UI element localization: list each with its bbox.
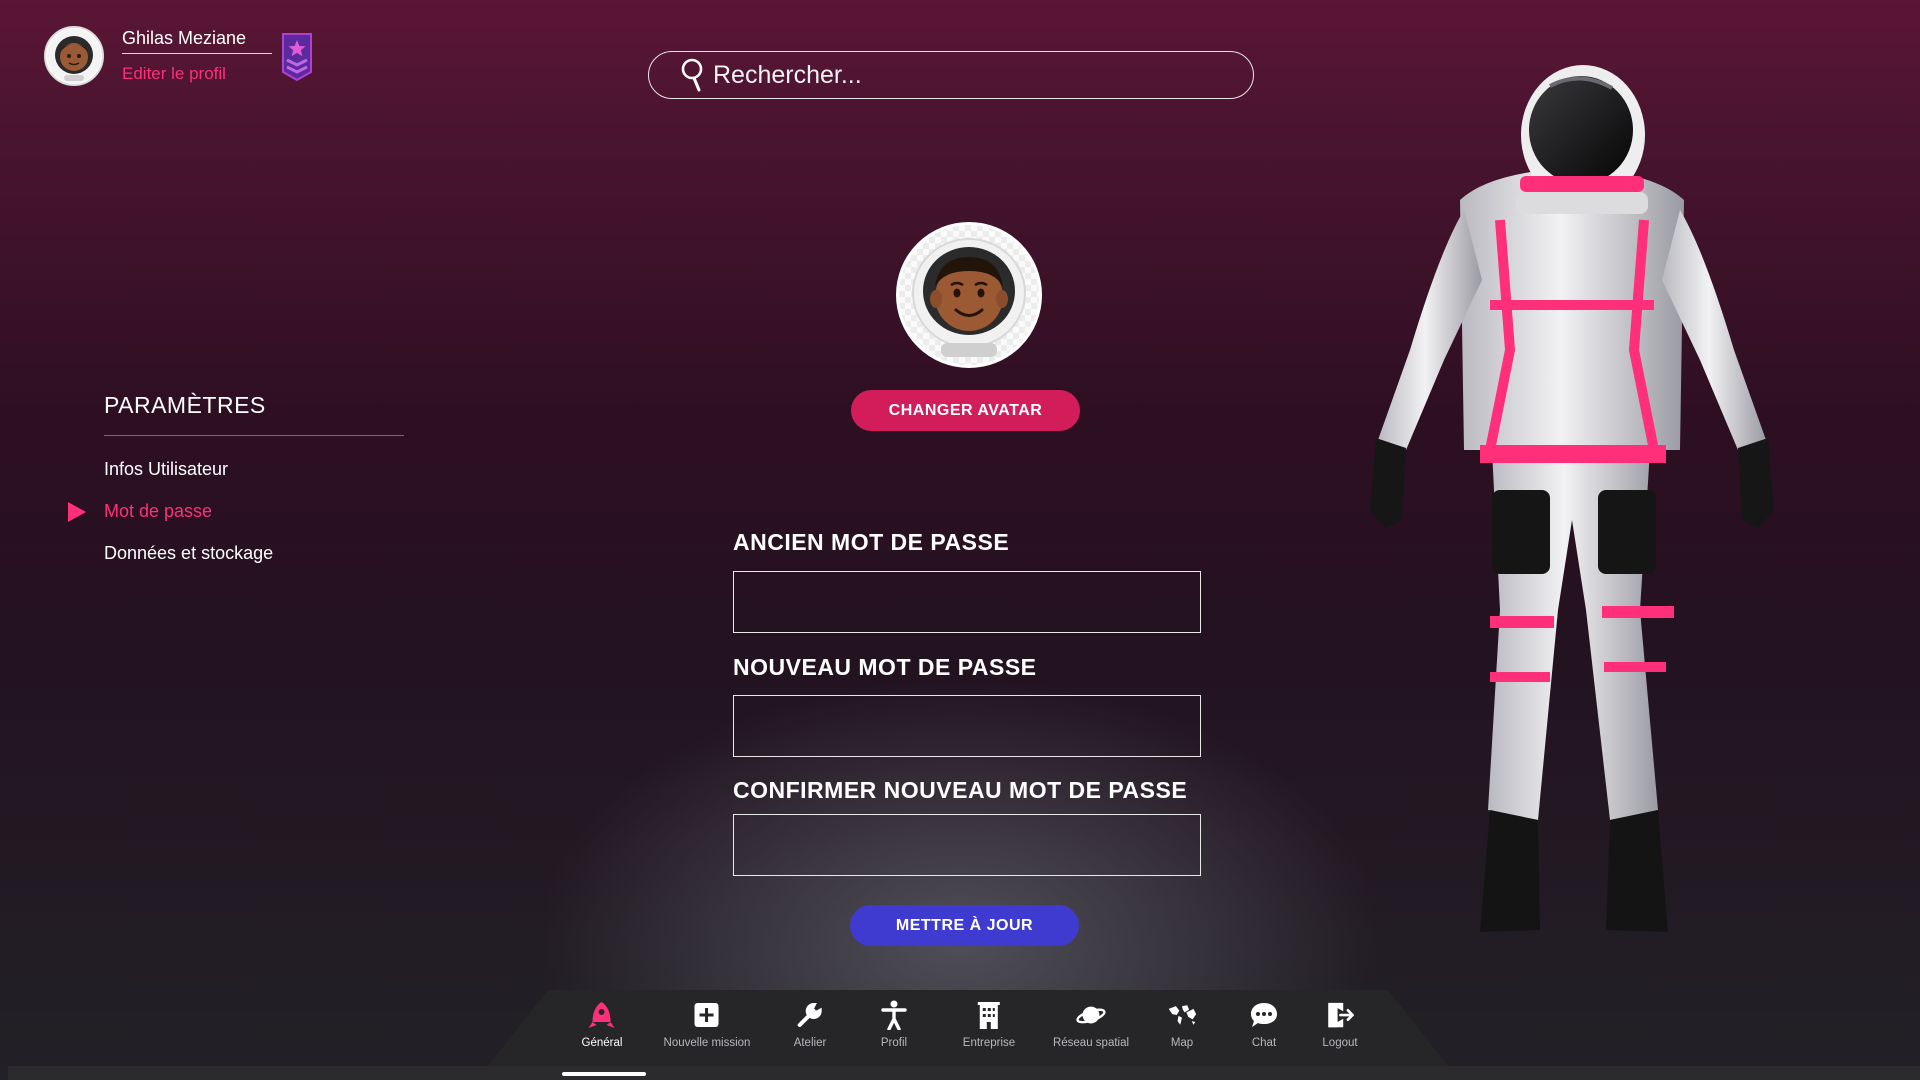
new-password-field[interactable] xyxy=(733,695,1201,757)
wrench-icon xyxy=(795,1000,825,1030)
nav-label: Entreprise xyxy=(962,1037,1016,1049)
chat-bubble-icon xyxy=(1249,1000,1279,1030)
nav-label: Nouvelle mission xyxy=(663,1037,751,1049)
profile-avatar xyxy=(896,222,1042,368)
planet-icon xyxy=(1076,1000,1106,1030)
edit-profile-link[interactable]: Editer le profil xyxy=(122,64,272,84)
nav-label: Map xyxy=(1170,1037,1194,1049)
plus-square-icon xyxy=(692,1000,722,1030)
astronaut-avatar-icon xyxy=(912,238,1026,357)
astronaut-illustration xyxy=(1370,65,1774,932)
change-avatar-button[interactable]: CHANGER AVATAR xyxy=(851,390,1080,431)
nav-label: Chat xyxy=(1251,1037,1277,1049)
confirm-password-field[interactable] xyxy=(733,814,1201,876)
active-tab-indicator xyxy=(562,1072,646,1076)
nav-label: Profil xyxy=(880,1037,908,1049)
rank-badge-icon xyxy=(282,33,312,82)
nav-item-space-network[interactable]: Réseau spatial xyxy=(1053,1000,1129,1049)
person-icon xyxy=(879,1000,909,1030)
nav-item-new-mission[interactable]: Nouvelle mission xyxy=(663,1000,751,1049)
rocket-icon xyxy=(587,1000,617,1030)
settings-title: PARAMÈTRES xyxy=(104,392,404,436)
nav-label: Réseau spatial xyxy=(1052,1037,1130,1049)
settings-item-password[interactable]: Mot de passe xyxy=(68,490,404,532)
user-name: Ghilas Meziane xyxy=(122,28,272,54)
old-password-label: ANCIEN MOT DE PASSE xyxy=(733,529,1010,555)
settings-menu: PARAMÈTRES Infos Utilisateur Mot de pass… xyxy=(68,392,404,574)
settings-item-label: Données et stockage xyxy=(104,543,274,563)
settings-item-data-storage[interactable]: Données et stockage xyxy=(104,532,404,574)
nav-item-company[interactable]: Entreprise xyxy=(963,1000,1015,1049)
user-block: Ghilas Meziane Editer le profil xyxy=(44,26,314,87)
world-map-icon xyxy=(1167,1000,1197,1030)
settings-list: Infos Utilisateur Mot de passe Données e… xyxy=(68,448,404,574)
active-arrow-icon xyxy=(68,502,86,522)
settings-item-label: Mot de passe xyxy=(104,501,213,521)
bottom-nav: Général Nouvelle mission Atelier Profil … xyxy=(0,1000,1920,1080)
settings-item-label: Infos Utilisateur xyxy=(104,459,229,479)
search-bar[interactable] xyxy=(648,51,1254,99)
search-icon xyxy=(681,58,703,92)
user-info: Ghilas Meziane Editer le profil xyxy=(122,28,272,84)
rank-badge xyxy=(280,32,314,87)
search-input[interactable] xyxy=(713,60,1233,90)
nav-label: Général xyxy=(581,1037,623,1049)
confirm-password-label: CONFIRMER NOUVEAU MOT DE PASSE xyxy=(733,777,1188,803)
astronaut-avatar-icon xyxy=(47,29,101,83)
nav-item-map[interactable]: Map xyxy=(1167,1000,1197,1049)
nav-label: Logout xyxy=(1322,1037,1358,1049)
nav-label: Atelier xyxy=(793,1037,827,1049)
nav-item-workshop[interactable]: Atelier xyxy=(793,1000,827,1049)
nav-item-logout[interactable]: Logout xyxy=(1322,1000,1358,1049)
logout-icon xyxy=(1325,1000,1355,1030)
user-avatar[interactable] xyxy=(44,26,104,86)
building-icon xyxy=(974,1000,1004,1030)
nav-item-chat[interactable]: Chat xyxy=(1249,1000,1279,1049)
settings-item-user-info[interactable]: Infos Utilisateur xyxy=(104,448,404,490)
new-password-label: NOUVEAU MOT DE PASSE xyxy=(733,654,1037,680)
nav-item-profile[interactable]: Profil xyxy=(879,1000,909,1049)
update-password-button[interactable]: METTRE À JOUR xyxy=(850,905,1079,946)
old-password-field[interactable] xyxy=(733,571,1201,633)
nav-item-general[interactable]: Général xyxy=(581,1000,623,1049)
